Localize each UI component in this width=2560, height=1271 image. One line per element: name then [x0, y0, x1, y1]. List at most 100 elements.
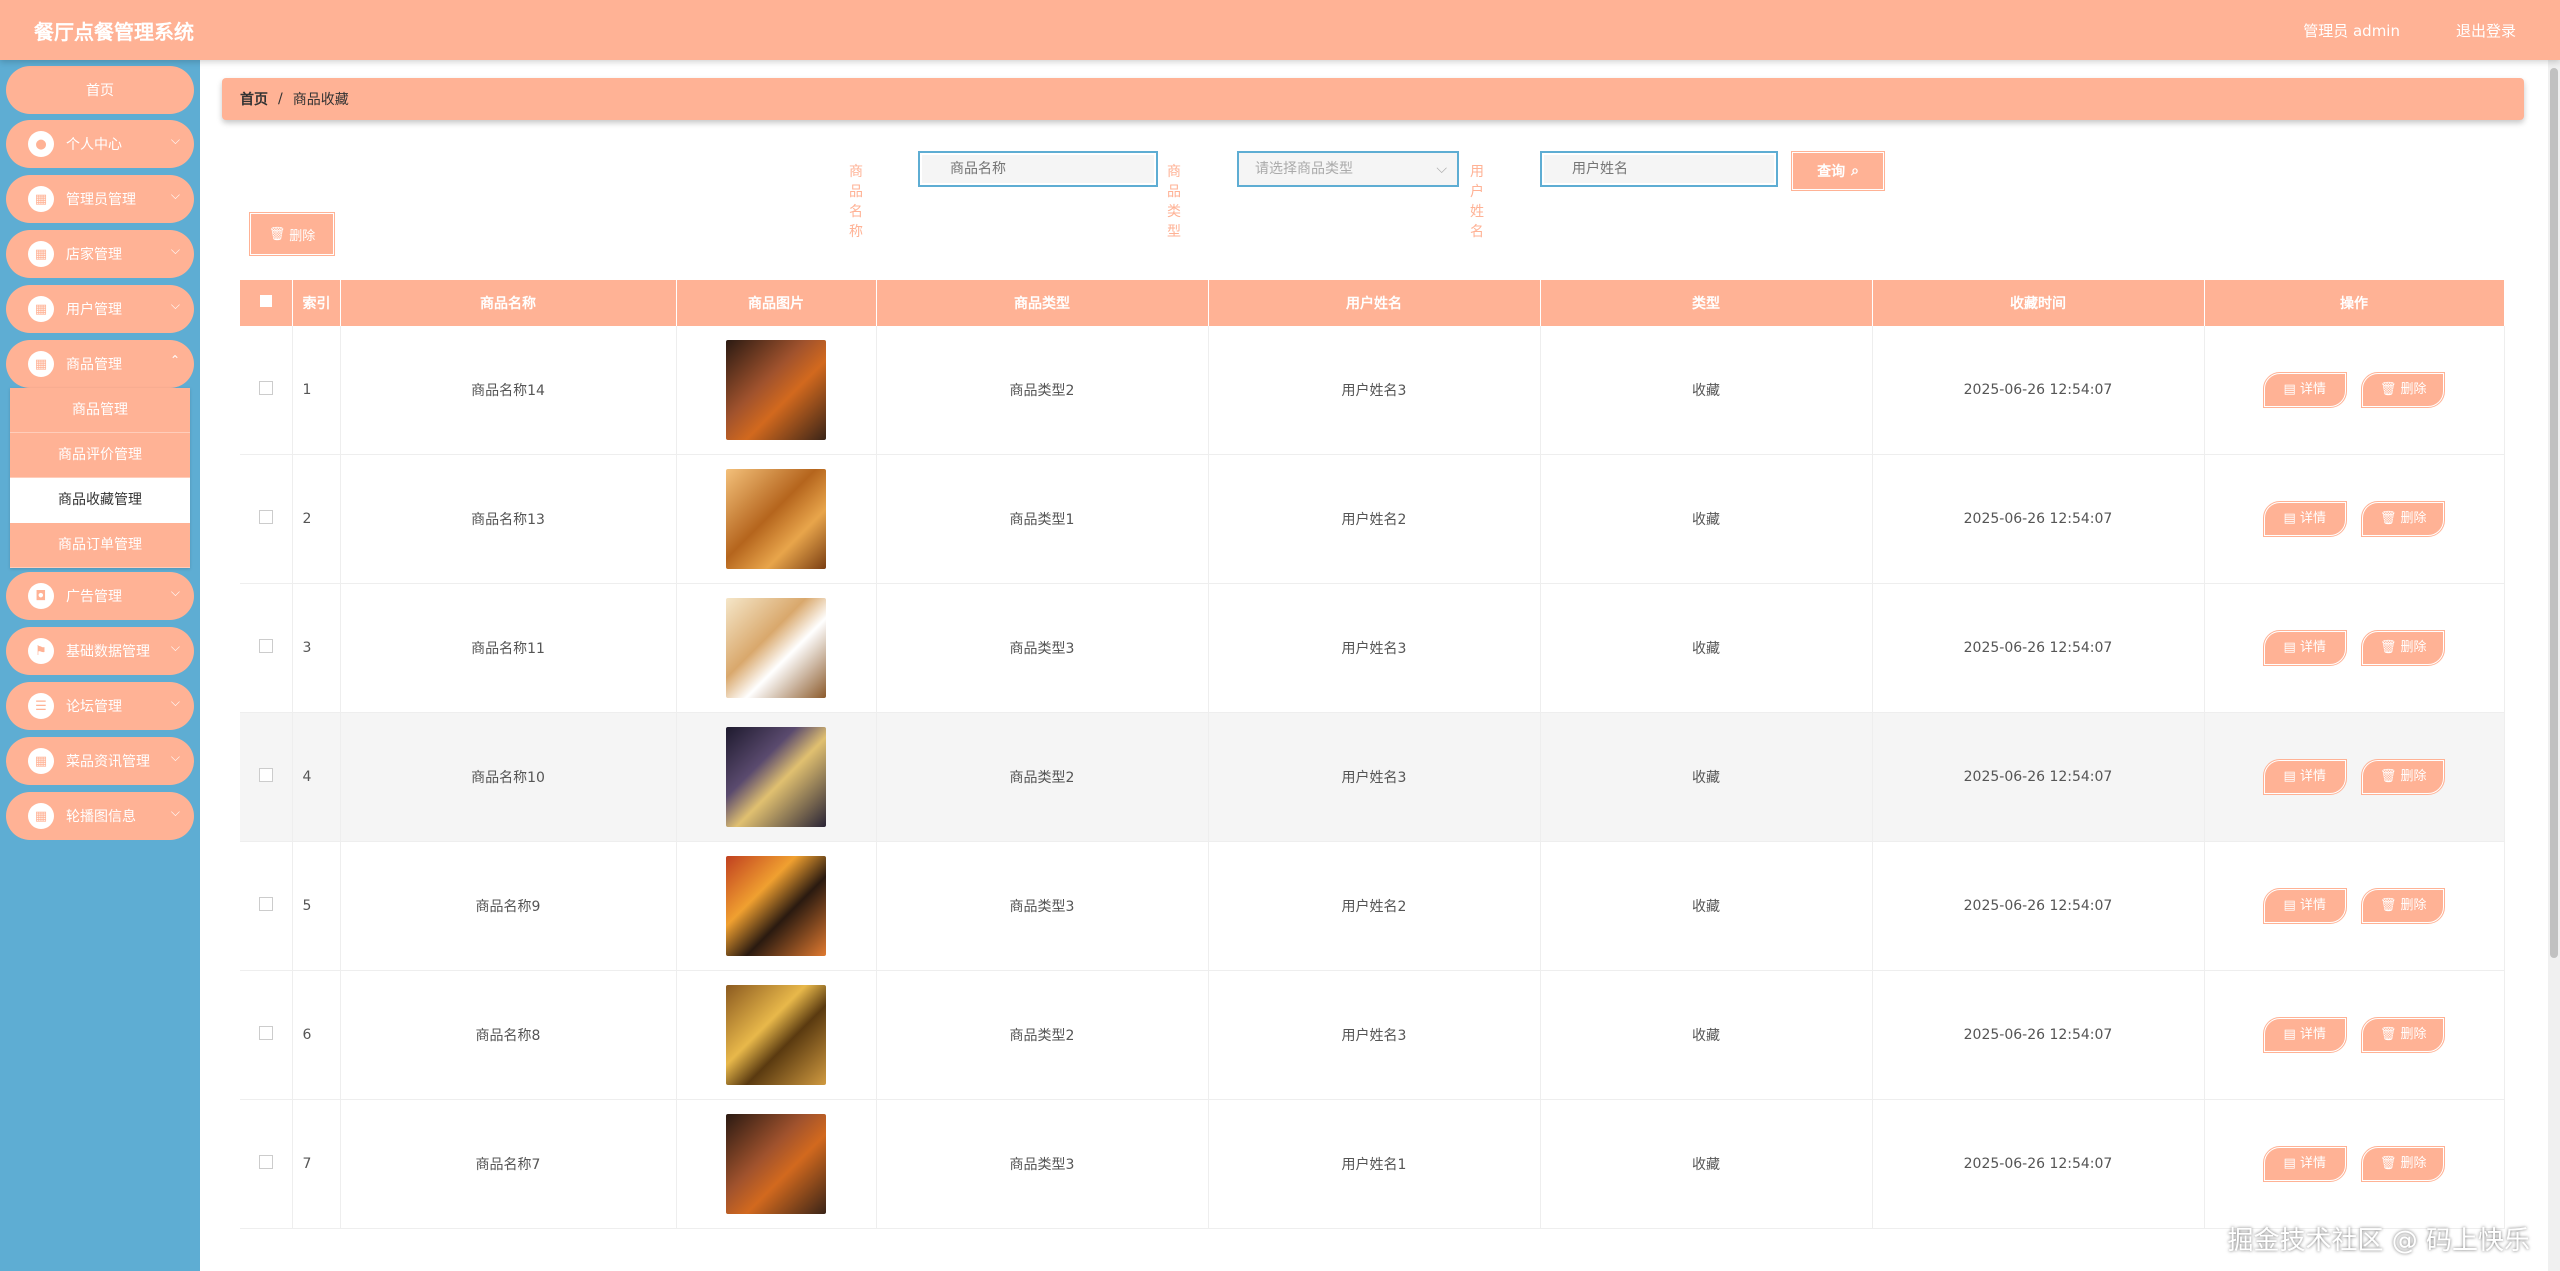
delete-button[interactable]: 🗑 删除: [2361, 501, 2446, 537]
chevron-up-icon: ⌃: [169, 353, 180, 367]
sidebar-item-product-management[interactable]: ▦ 商品管理 ⌃: [6, 340, 194, 388]
row-favorite-time: 2025-06-26 12:54:07: [1872, 841, 2205, 971]
document-icon: ▤: [2283, 769, 2300, 784]
submenu-item-product-favorite[interactable]: 商品收藏管理: [10, 478, 190, 523]
detail-button[interactable]: ▤ 详情: [2262, 759, 2347, 795]
delete-button[interactable]: 🗑 删除: [2361, 888, 2446, 924]
grid-icon: ▦: [28, 186, 54, 212]
row-index: 5: [292, 841, 341, 971]
grid-icon: ▦: [28, 748, 54, 774]
search-icon: ⌕: [1851, 163, 1859, 179]
batch-delete-button[interactable]: 🗑 删除: [249, 212, 335, 256]
row-checkbox[interactable]: [240, 454, 293, 584]
row-product-type: 商品类型3: [876, 1099, 1209, 1229]
product-type-select[interactable]: 请选择商品类型 ⌵: [1237, 151, 1459, 187]
scrollbar-thumb[interactable]: [2550, 68, 2558, 958]
detail-button[interactable]: ▤ 详情: [2262, 501, 2347, 537]
table-row: 7 商品名称7 商品类型3 用户姓名1 收藏 2025-06-26 12:54:…: [240, 1099, 2505, 1229]
product-type-label: 商品类型: [1167, 164, 1181, 240]
grid-icon: ▦: [28, 296, 54, 322]
sidebar-item-home[interactable]: 首页: [6, 66, 194, 114]
sidebar-item-label: 菜品资讯管理: [66, 754, 150, 770]
row-favorite-time: 2025-06-26 12:54:07: [1872, 712, 2205, 842]
delete-button[interactable]: 🗑 删除: [2361, 759, 2446, 795]
row-actions: ▤ 详情 🗑 删除: [2204, 326, 2505, 455]
detail-button[interactable]: ▤ 详情: [2262, 630, 2347, 666]
delete-button-label: 删除: [2400, 511, 2427, 526]
document-icon: ▤: [2283, 640, 2300, 655]
document-icon: ▤: [2283, 898, 2300, 913]
row-product-type: 商品类型3: [876, 583, 1209, 713]
sidebar-item-label: 管理员管理: [66, 192, 136, 208]
sidebar-item-forum-management[interactable]: ☰ 论坛管理 ⌵: [6, 682, 194, 730]
row-favorite-time: 2025-06-26 12:54:07: [1872, 1099, 2205, 1229]
detail-button[interactable]: ▤ 详情: [2262, 1146, 2347, 1182]
sidebar-item-personal-center[interactable]: ● 个人中心 ⌵: [6, 120, 194, 168]
breadcrumb-current: 商品收藏: [292, 92, 349, 108]
detail-button[interactable]: ▤ 详情: [2262, 372, 2347, 408]
trash-icon: 🗑: [2379, 1156, 2401, 1171]
row-user-name: 用户姓名3: [1208, 583, 1541, 713]
row-actions: ▤ 详情 🗑 删除: [2204, 583, 2505, 713]
table-header-row: 索引 商品名称 商品图片 商品类型 用户姓名 类型 收藏时间 操作: [240, 280, 2505, 326]
row-checkbox[interactable]: [240, 841, 293, 971]
sidebar-item-dish-news[interactable]: ▦ 菜品资讯管理 ⌵: [6, 737, 194, 785]
delete-button[interactable]: 🗑 删除: [2361, 1146, 2446, 1182]
delete-button-label: 删除: [2400, 382, 2427, 397]
delete-button-label: 删除: [2400, 1156, 2427, 1171]
row-checkbox[interactable]: [240, 326, 293, 455]
sidebar-item-user-management[interactable]: ▦ 用户管理 ⌵: [6, 285, 194, 333]
detail-button-label: 详情: [2299, 1027, 2326, 1042]
sidebar-item-ad-management[interactable]: ◘ 广告管理 ⌵: [6, 572, 194, 620]
row-index: 6: [292, 970, 341, 1100]
sidebar-item-basic-data[interactable]: ⚑ 基础数据管理 ⌵: [6, 627, 194, 675]
detail-button[interactable]: ▤ 详情: [2262, 888, 2347, 924]
detail-button[interactable]: ▤ 详情: [2262, 1017, 2347, 1053]
product-image: [726, 598, 826, 698]
sidebar-item-label: 轮播图信息: [66, 809, 136, 825]
sidebar-item-admin-management[interactable]: ▦ 管理员管理 ⌵: [6, 175, 194, 223]
row-checkbox[interactable]: [240, 712, 293, 842]
row-kind: 收藏: [1540, 712, 1873, 842]
delete-button-label: 删除: [2400, 1027, 2427, 1042]
delete-button[interactable]: 🗑 删除: [2361, 630, 2446, 666]
table-row: 2 商品名称13 商品类型1 用户姓名2 收藏 2025-06-26 12:54…: [240, 454, 2505, 584]
admin-label: 管理员 admin: [2303, 22, 2400, 40]
row-product-image-cell: [676, 583, 877, 713]
product-submenu: 商品管理 商品评价管理 商品收藏管理 商品订单管理: [10, 388, 190, 568]
trash-icon: 🗑: [2379, 1027, 2401, 1042]
chevron-down-icon: ⌵: [170, 298, 180, 312]
row-checkbox[interactable]: [240, 1099, 293, 1229]
delete-button[interactable]: 🗑 删除: [2361, 372, 2446, 408]
trash-icon: 🗑: [2379, 640, 2401, 655]
product-type-placeholder: 请选择商品类型: [1255, 161, 1353, 177]
row-kind: 收藏: [1540, 841, 1873, 971]
chevron-down-icon: ⌵: [170, 695, 180, 709]
sidebar-item-label: 店家管理: [66, 247, 122, 263]
query-button[interactable]: 查询 ⌕: [1791, 151, 1885, 191]
delete-button[interactable]: 🗑 删除: [2361, 1017, 2446, 1053]
batch-delete-label: 删除: [289, 228, 316, 244]
submenu-item-product-review[interactable]: 商品评价管理: [10, 433, 190, 478]
row-checkbox[interactable]: [240, 970, 293, 1100]
submenu-item-product-management[interactable]: 商品管理: [10, 388, 190, 433]
logout-link[interactable]: 退出登录: [2456, 20, 2516, 41]
submenu-item-product-order[interactable]: 商品订单管理: [10, 523, 190, 568]
document-icon: ▤: [2283, 1156, 2300, 1171]
breadcrumb-home[interactable]: 首页: [240, 89, 268, 109]
row-user-name: 用户姓名3: [1208, 326, 1541, 455]
row-checkbox[interactable]: [240, 583, 293, 713]
product-image: [726, 469, 826, 569]
sidebar-item-carousel[interactable]: ▦ 轮播图信息 ⌵: [6, 792, 194, 840]
table-row: 4 商品名称10 商品类型2 用户姓名3 收藏 2025-06-26 12:54…: [240, 712, 2505, 842]
grid-icon: ▦: [28, 241, 54, 267]
row-user-name: 用户姓名2: [1208, 841, 1541, 971]
column-header-user-name: 用户姓名: [1208, 280, 1541, 326]
select-all-checkbox[interactable]: [240, 280, 293, 326]
sidebar-item-store-management[interactable]: ▦ 店家管理 ⌵: [6, 230, 194, 278]
product-name-input[interactable]: [918, 151, 1158, 187]
row-kind: 收藏: [1540, 454, 1873, 584]
chevron-down-icon: ⌵: [170, 243, 180, 257]
user-name-input[interactable]: [1540, 151, 1778, 187]
detail-button-label: 详情: [2299, 1156, 2326, 1171]
